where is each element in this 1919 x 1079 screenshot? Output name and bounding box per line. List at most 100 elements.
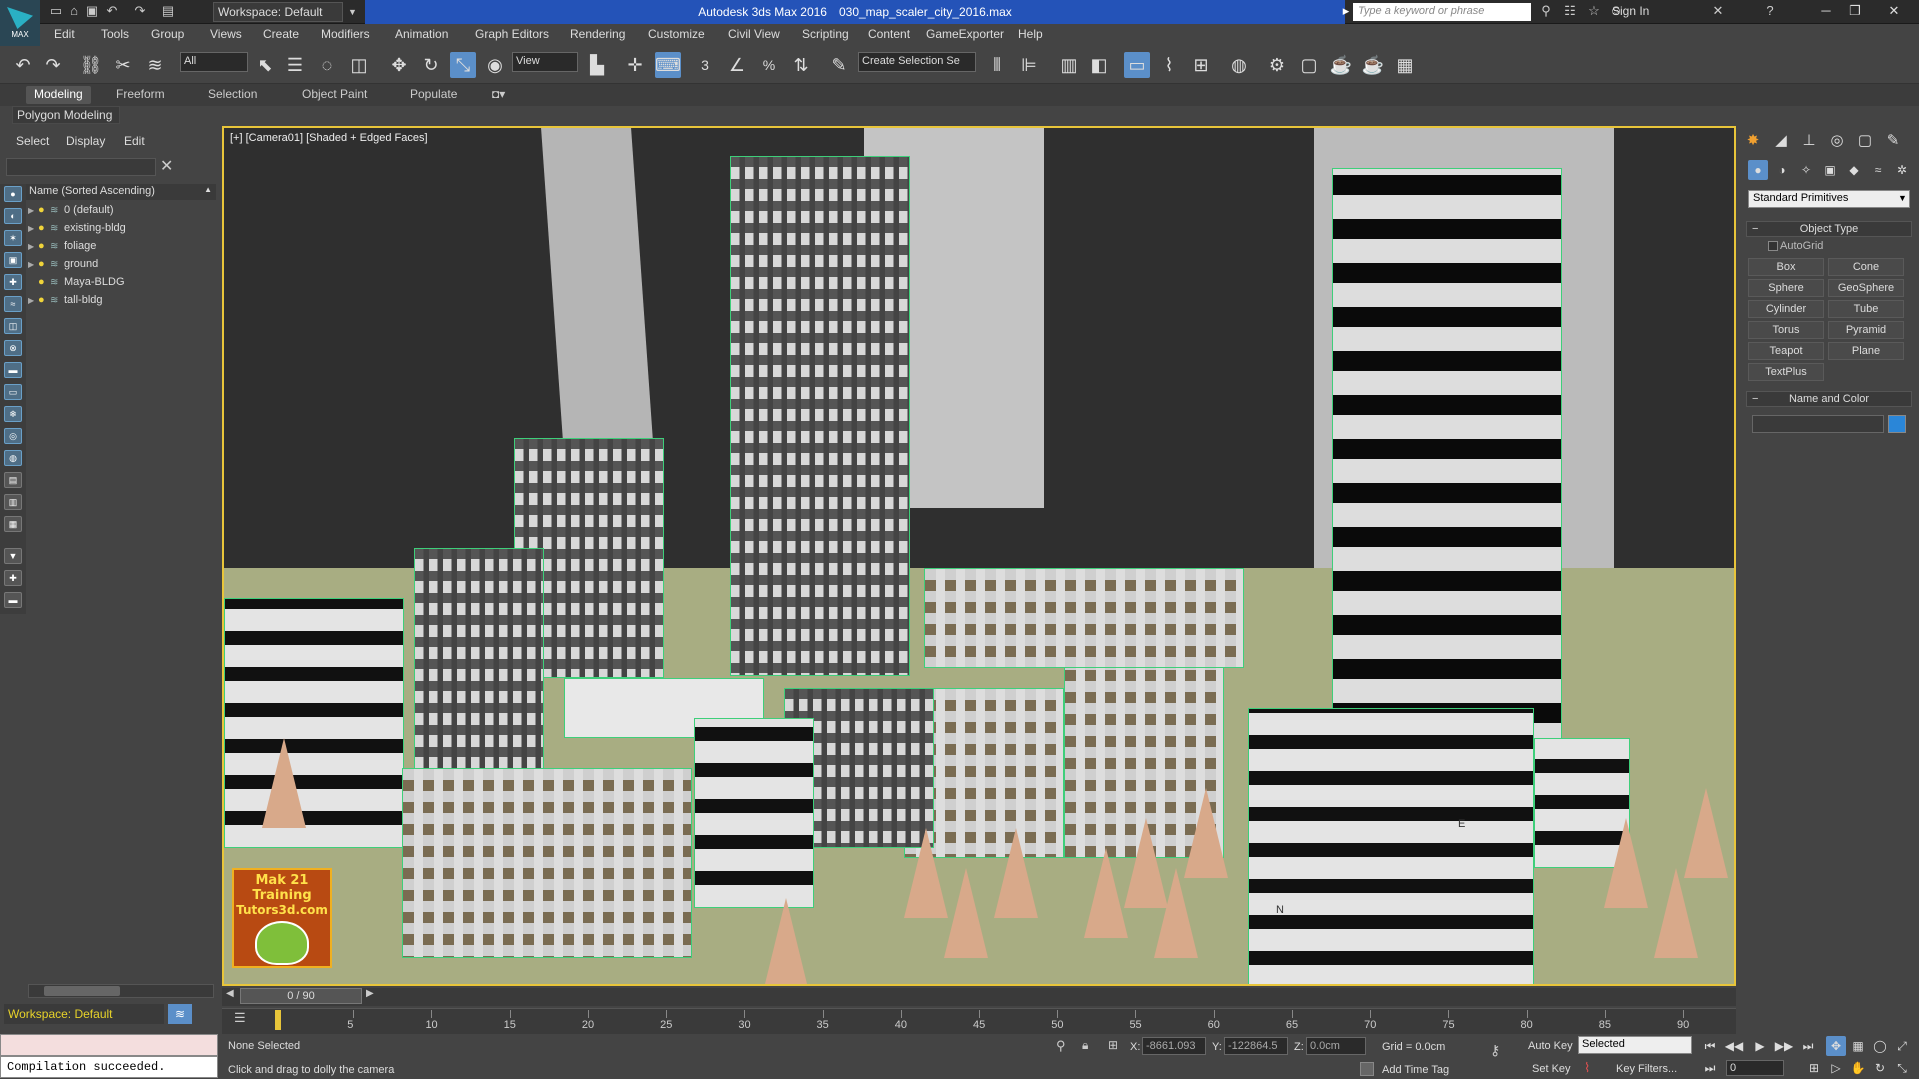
- previous-frame-icon[interactable]: ◀◀: [1724, 1036, 1744, 1056]
- spacewarp-filter-icon[interactable]: ≈: [4, 296, 22, 312]
- minimize-icon[interactable]: ─: [1813, 0, 1839, 22]
- zoom-all-icon[interactable]: ▦: [1848, 1036, 1868, 1056]
- selection-filter-dropdown[interactable]: All: [180, 52, 248, 72]
- tab-object-paint[interactable]: Object Paint: [294, 86, 375, 104]
- isolate-selection-icon[interactable]: ⚲: [1056, 1038, 1066, 1054]
- key-filters-button[interactable]: Key Filters...: [1616, 1063, 1677, 1075]
- set-key-button[interactable]: Set Key: [1532, 1063, 1571, 1075]
- search-expand-icon[interactable]: ▸: [1338, 3, 1354, 19]
- sign-in-link[interactable]: Sign In: [1612, 4, 1649, 18]
- invert-filter-icon[interactable]: ▥: [4, 494, 22, 510]
- close-icon[interactable]: ✕: [1874, 0, 1914, 22]
- open-file-icon[interactable]: ⌂: [66, 3, 82, 19]
- keyboard-shortcut-toggle-icon[interactable]: ⌨: [655, 52, 681, 78]
- bind-space-warp-icon[interactable]: ≋: [142, 52, 168, 78]
- tree[interactable]: [904, 828, 948, 918]
- time-slider-track[interactable]: [222, 988, 1736, 1006]
- camera-viewport[interactable]: [+] [Camera01] [Shaded + Edged Faces] E …: [222, 126, 1736, 986]
- expand-icon[interactable]: ▶: [28, 202, 38, 219]
- mirror-icon[interactable]: ⫴: [984, 52, 1010, 78]
- menu-content[interactable]: Content: [868, 27, 910, 41]
- torus-button[interactable]: Torus: [1748, 321, 1824, 339]
- selection-lock-icon[interactable]: 🔒︎: [1082, 1038, 1088, 1053]
- clear-search-icon[interactable]: ✕: [160, 156, 173, 176]
- absolute-mode-icon[interactable]: ⊞: [1108, 1038, 1118, 1052]
- menu-animation[interactable]: Animation: [395, 27, 448, 41]
- modify-tab-icon[interactable]: ◢: [1770, 130, 1792, 152]
- current-frame-field[interactable]: 0: [1726, 1060, 1784, 1076]
- teapot-button[interactable]: Teapot: [1748, 342, 1824, 360]
- schematic-view-icon[interactable]: ⊞: [1188, 52, 1214, 78]
- pan-icon[interactable]: ✋: [1848, 1058, 1868, 1078]
- angle-snap-icon[interactable]: ∠: [724, 52, 750, 78]
- tab-selection[interactable]: Selection: [200, 86, 265, 104]
- tree[interactable]: [262, 738, 306, 828]
- motion-tab-icon[interactable]: ◎: [1826, 130, 1848, 152]
- frozen-filter-icon[interactable]: ❄: [4, 406, 22, 422]
- container-filter-icon[interactable]: ▭: [4, 384, 22, 400]
- lightbulb-icon[interactable]: ●: [38, 238, 50, 255]
- tree[interactable]: [944, 868, 988, 958]
- tree[interactable]: [1084, 848, 1128, 938]
- select-manipulate-icon[interactable]: ✛: [622, 52, 648, 78]
- scene-explorer-icon[interactable]: ◧: [1086, 52, 1112, 78]
- percent-snap-toggle[interactable]: %: [756, 52, 782, 78]
- create-tab-icon[interactable]: ✸: [1742, 130, 1764, 152]
- menu-help[interactable]: Help: [1018, 27, 1043, 41]
- name-color-rollout[interactable]: − Name and Color: [1746, 391, 1912, 407]
- project-folder-icon[interactable]: ▤: [160, 3, 176, 19]
- geosphere-button[interactable]: GeoSphere: [1828, 279, 1904, 297]
- curve-editor-icon[interactable]: ⌇: [1156, 52, 1182, 78]
- menu-graph-editors[interactable]: Graph Editors: [475, 27, 549, 41]
- exchange-apps-icon[interactable]: ✕: [1710, 3, 1726, 19]
- maximize-icon[interactable]: ❐: [1842, 0, 1868, 22]
- play-icon[interactable]: ▶: [1750, 1036, 1770, 1056]
- xref-filter-icon[interactable]: ⊗: [4, 340, 22, 356]
- pyramid-button[interactable]: Pyramid: [1828, 321, 1904, 339]
- set-key-curve-icon[interactable]: ⌇: [1584, 1060, 1590, 1076]
- tree[interactable]: [994, 828, 1038, 918]
- expand-icon[interactable]: ▶: [28, 238, 38, 255]
- lightbulb-icon[interactable]: ●: [38, 292, 50, 309]
- striped-building[interactable]: [694, 718, 814, 908]
- time-tag-icon[interactable]: [1360, 1062, 1374, 1076]
- scale-icon[interactable]: ⤡: [450, 52, 476, 78]
- maximize-viewport-icon[interactable]: ⤡: [1892, 1058, 1912, 1078]
- lightbulb-icon[interactable]: ●: [38, 220, 50, 237]
- lightbulb-icon[interactable]: ●: [38, 274, 50, 291]
- communication-icon[interactable]: ☷: [1562, 3, 1578, 19]
- add-time-tag[interactable]: Add Time Tag: [1382, 1064, 1449, 1076]
- render-production-icon[interactable]: ☕: [1328, 52, 1354, 78]
- display-tab-icon[interactable]: ▢: [1854, 130, 1876, 152]
- primitive-type-dropdown[interactable]: Standard Primitives: [1748, 190, 1910, 208]
- menu-civil-view[interactable]: Civil View: [728, 27, 780, 41]
- region-select-icon[interactable]: ◌: [314, 52, 340, 78]
- menu-customize[interactable]: Customize: [648, 27, 705, 41]
- lights-icon[interactable]: ✧: [1796, 160, 1816, 180]
- systems-icon[interactable]: ✲: [1892, 160, 1912, 180]
- group-filter-icon[interactable]: ◫: [4, 318, 22, 334]
- slider-right-arrow-icon[interactable]: ▶: [366, 988, 374, 999]
- reference-coord-dropdown[interactable]: View: [512, 52, 578, 72]
- slider-left-arrow-icon[interactable]: ◀: [226, 988, 234, 999]
- search-input[interactable]: Type a keyword or phrase: [1353, 3, 1531, 21]
- go-to-end-icon[interactable]: ⏭: [1798, 1036, 1818, 1056]
- none-filter-icon[interactable]: ▤: [4, 472, 22, 488]
- expand-icon[interactable]: ▶: [28, 220, 38, 237]
- menu-gameexporter[interactable]: GameExporter: [926, 27, 1004, 41]
- lightbulb-icon[interactable]: ●: [38, 256, 50, 273]
- cameras-icon[interactable]: ▣: [1820, 160, 1840, 180]
- cylinder-button[interactable]: Cylinder: [1748, 300, 1824, 318]
- current-frame-marker[interactable]: [275, 1010, 281, 1030]
- field-of-view-icon[interactable]: ◯: [1870, 1036, 1890, 1056]
- pivot-icon[interactable]: ▙: [584, 52, 610, 78]
- all-filter-icon[interactable]: ◍: [4, 450, 22, 466]
- box-button[interactable]: Box: [1748, 258, 1824, 276]
- undo-icon[interactable]: ↶: [104, 3, 120, 19]
- explorer-tab-select[interactable]: Select: [16, 134, 49, 148]
- tree[interactable]: [764, 898, 808, 984]
- render-iterative-icon[interactable]: ☕: [1360, 52, 1386, 78]
- redo-icon[interactable]: ↷: [40, 52, 66, 78]
- brick-building-front[interactable]: [402, 768, 692, 958]
- ribbon-toggle-icon[interactable]: ▭: [1124, 52, 1150, 78]
